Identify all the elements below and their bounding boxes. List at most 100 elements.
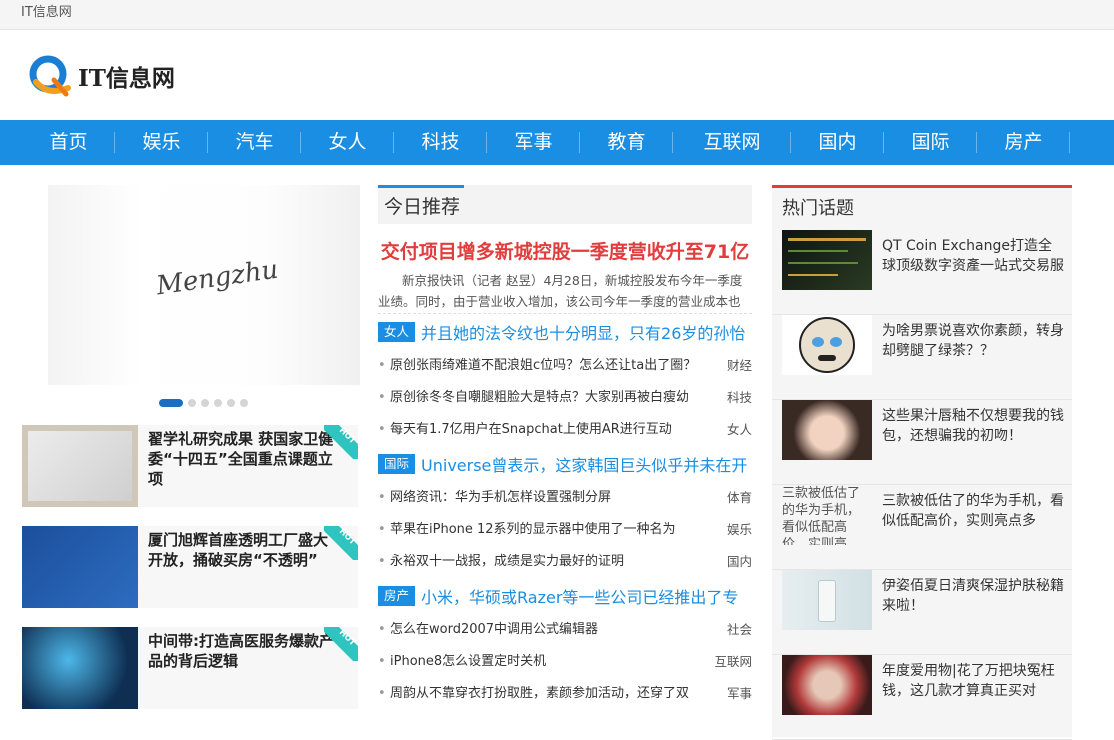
topic-title[interactable]: 这些果汁唇釉不仅想要我的钱包，还想骗我的初吻！ — [882, 406, 1064, 446]
nav-item-9[interactable]: 国际 — [884, 120, 977, 165]
recommend-header: 今日推荐 — [378, 185, 752, 224]
list-item[interactable]: 原创徐冬冬自嘲腿粗脸大是特点？大家别再被白瘦幼 科技 — [378, 382, 752, 414]
list-item[interactable]: 怎么在word2007中调用公式编辑器 社会 — [378, 614, 752, 646]
news-card[interactable]: 翟学礼研究成果 获国家卫健委“十四五”全国重点课题立项 HOT — [22, 425, 358, 507]
list-item[interactable]: 原创张雨绮难道不配浪姐c位吗？怎么还让ta出了圈？ 财经 — [378, 350, 752, 382]
topic-thumbnail[interactable] — [782, 315, 872, 375]
hot-topic-item[interactable]: 伊姿佰夏日清爽保湿护肤秘籍来啦！ — [772, 570, 1072, 655]
featured-title[interactable]: 交付项目增多新城控股一季度营收升至71亿 — [378, 237, 752, 264]
hot-badge: HOT — [324, 425, 358, 459]
news-thumbnail[interactable] — [22, 526, 138, 608]
category-headline[interactable]: 房产 小米，华硕或Razer等一些公司已经推出了专 — [378, 578, 752, 614]
list-item-category[interactable]: 科技 — [727, 382, 752, 414]
category-headline-title[interactable]: Universe曾表示，这家韩国巨头似乎并未在开 — [421, 452, 747, 476]
category-tag[interactable]: 国际 — [378, 454, 416, 474]
hot-topic-item[interactable]: QT Coin Exchange打造全球顶级数字资產一站式交易服 — [772, 230, 1072, 315]
list-item-title[interactable]: 怎么在word2007中调用公式编辑器 — [378, 614, 598, 646]
list-item[interactable]: 每天有1.7亿用户在Snapchat上使用AR进行互动 女人 — [378, 414, 752, 446]
logo-q-icon — [29, 55, 71, 97]
category-tag[interactable]: 房产 — [378, 586, 416, 606]
nav-item-3[interactable]: 女人 — [301, 120, 394, 165]
site-logo[interactable]: IT信息网 — [26, 52, 175, 100]
main-nav: 首页 娱乐 汽车 女人 科技 军事 教育 互联网 国内 国际 房产 — [0, 120, 1114, 165]
image-slider[interactable]: Mengzhu — [48, 185, 360, 385]
news-title[interactable]: 中间带:打造高医服务爆款产品的背后逻辑 — [148, 631, 338, 671]
list-item-category[interactable]: 军事 — [727, 678, 752, 710]
list-item-title[interactable]: 周韵从不靠穿衣打扮取胜，素颜参加活动，还穿了双 — [378, 678, 689, 710]
slider-dot[interactable] — [159, 399, 183, 407]
list-item-title[interactable]: 苹果在iPhone 12系列的显示器中使用了一种名为 — [378, 514, 676, 546]
hot-topics-title: 热门话题 — [782, 198, 854, 219]
nav-item-2[interactable]: 汽车 — [208, 120, 301, 165]
news-thumbnail[interactable] — [22, 425, 138, 507]
category-headline[interactable]: 女人 并且她的法令纹也十分明显，只有26岁的孙怡 — [378, 314, 752, 350]
list-item-category[interactable]: 社会 — [727, 614, 752, 646]
topic-title[interactable]: QT Coin Exchange打造全球顶级数字资產一站式交易服 — [882, 236, 1064, 276]
list-item[interactable]: 苹果在iPhone 12系列的显示器中使用了一种名为 娱乐 — [378, 514, 752, 546]
list-item-title[interactable]: 原创徐冬冬自嘲腿粗脸大是特点？大家别再被白瘦幼 — [378, 382, 689, 414]
nav-item-1[interactable]: 娱乐 — [115, 120, 208, 165]
list-item-category[interactable]: 互联网 — [714, 646, 752, 678]
list-item-category[interactable]: 国内 — [727, 546, 752, 578]
topic-thumbnail[interactable] — [782, 655, 872, 715]
hot-topic-item[interactable]: 三款被低估了的华为手机，看似低配高价，实则亮 三款被低估了的华为手机，看似低配高价… — [772, 485, 1072, 570]
list-item-title[interactable]: 永裕双十一战报，成绩是实力最好的证明 — [378, 546, 624, 578]
list-item[interactable]: 永裕双十一战报，成绩是实力最好的证明 国内 — [378, 546, 752, 578]
topic-title[interactable]: 年度爱用物|花了万把块冤枉钱，这几款才算真正买对 — [882, 661, 1064, 701]
slider-dot[interactable] — [227, 399, 235, 407]
list-item-category[interactable]: 体育 — [727, 482, 752, 514]
topic-thumbnail[interactable] — [782, 400, 872, 460]
slider-dot[interactable] — [240, 399, 248, 407]
list-item-title[interactable]: iPhone8怎么设置定时关机 — [378, 646, 546, 678]
hot-badge: HOT — [324, 526, 358, 560]
topic-thumbnail[interactable] — [782, 570, 872, 630]
topic-title[interactable]: 为啥男票说喜欢你素颜，转身却劈腿了绿茶？？ — [882, 321, 1064, 361]
topic-title[interactable]: 伊姿佰夏日清爽保湿护肤秘籍来啦！ — [882, 576, 1064, 616]
nav-item-10[interactable]: 房产 — [977, 120, 1070, 165]
nav-item-6[interactable]: 教育 — [580, 120, 673, 165]
news-title[interactable]: 厦门旭辉首座透明工厂盛大开放，捅破买房“不透明” — [148, 530, 338, 570]
top-bar: IT信息网 — [0, 0, 1114, 30]
logo-text: IT信息网 — [78, 65, 175, 92]
recommend-title: 今日推荐 — [384, 196, 461, 218]
nav-item-4[interactable]: 科技 — [394, 120, 487, 165]
hot-topic-item[interactable]: 年度爱用物|花了万把块冤枉钱，这几款才算真正买对 — [772, 655, 1072, 740]
list-item-category[interactable]: 财经 — [727, 350, 752, 382]
list-item-category[interactable]: 娱乐 — [727, 514, 752, 546]
slider-dot[interactable] — [188, 399, 196, 407]
list-item-title[interactable]: 网络资讯：华为手机怎样设置强制分屏 — [378, 482, 611, 514]
topic-thumbnail[interactable] — [782, 230, 872, 290]
topic-title[interactable]: 三款被低估了的华为手机，看似低配高价，实则亮点多 — [882, 491, 1064, 531]
topic-thumbnail-broken[interactable]: 三款被低估了的华为手机，看似低配高价，实则亮 — [782, 485, 872, 545]
category-section: 女人并且她的法令纹也十分明显，只有26岁的孙怡原创张雨绮难道不配浪姐c位吗？怎么… — [378, 314, 752, 446]
list-item-category[interactable]: 女人 — [727, 414, 752, 446]
site-name-link[interactable]: IT信息网 — [21, 5, 72, 20]
hot-badge: HOT — [324, 627, 358, 661]
hot-topic-item[interactable]: 为啥男票说喜欢你素颜，转身却劈腿了绿茶？？ — [772, 315, 1072, 400]
hot-topic-item[interactable]: 这些果汁唇釉不仅想要我的钱包，还想骗我的初吻！ — [772, 400, 1072, 485]
hot-topics-header: 热门话题 — [772, 185, 1072, 227]
nav-item-8[interactable]: 国内 — [791, 120, 884, 165]
list-item-title[interactable]: 每天有1.7亿用户在Snapchat上使用AR进行互动 — [378, 414, 672, 446]
category-headline-title[interactable]: 并且她的法令纹也十分明显，只有26岁的孙怡 — [421, 320, 745, 344]
list-item[interactable]: iPhone8怎么设置定时关机 互联网 — [378, 646, 752, 678]
list-item[interactable]: 周韵从不靠穿衣打扮取胜，素颜参加活动，还穿了双 军事 — [378, 678, 752, 710]
slider-dot[interactable] — [214, 399, 222, 407]
category-tag[interactable]: 女人 — [378, 322, 416, 342]
nav-item-5[interactable]: 军事 — [487, 120, 580, 165]
list-item[interactable]: 网络资讯：华为手机怎样设置强制分屏 体育 — [378, 482, 752, 514]
news-title[interactable]: 翟学礼研究成果 获国家卫健委“十四五”全国重点课题立项 — [148, 429, 338, 489]
news-card[interactable]: 中间带:打造高医服务爆款产品的背后逻辑 HOT — [22, 627, 358, 709]
nav-item-0[interactable]: 首页 — [22, 120, 115, 165]
category-section: 国际Universe曾表示，这家韩国巨头似乎并未在开网络资讯：华为手机怎样设置强… — [378, 446, 752, 578]
category-section: 房产小米，华硕或Razer等一些公司已经推出了专怎么在word2007中调用公式… — [378, 578, 752, 710]
featured-desc: 新京报快讯（记者 赵昱）4月28日，新城控股发布今年一季度业绩。同时，由于营业收… — [378, 270, 752, 314]
slider-dot[interactable] — [201, 399, 209, 407]
category-headline[interactable]: 国际 Universe曾表示，这家韩国巨头似乎并未在开 — [378, 446, 752, 482]
recommend-section: 今日推荐 交付项目增多新城控股一季度营收升至71亿 新京报快讯（记者 赵昱）4月… — [378, 185, 752, 710]
category-headline-title[interactable]: 小米，华硕或Razer等一些公司已经推出了专 — [421, 584, 738, 608]
list-item-title[interactable]: 原创张雨绮难道不配浪姐c位吗？怎么还让ta出了圈？ — [378, 350, 696, 382]
news-card[interactable]: 厦门旭辉首座透明工厂盛大开放，捅破买房“不透明” HOT — [22, 526, 358, 608]
nav-item-7[interactable]: 互联网 — [673, 120, 791, 165]
news-thumbnail[interactable] — [22, 627, 138, 709]
